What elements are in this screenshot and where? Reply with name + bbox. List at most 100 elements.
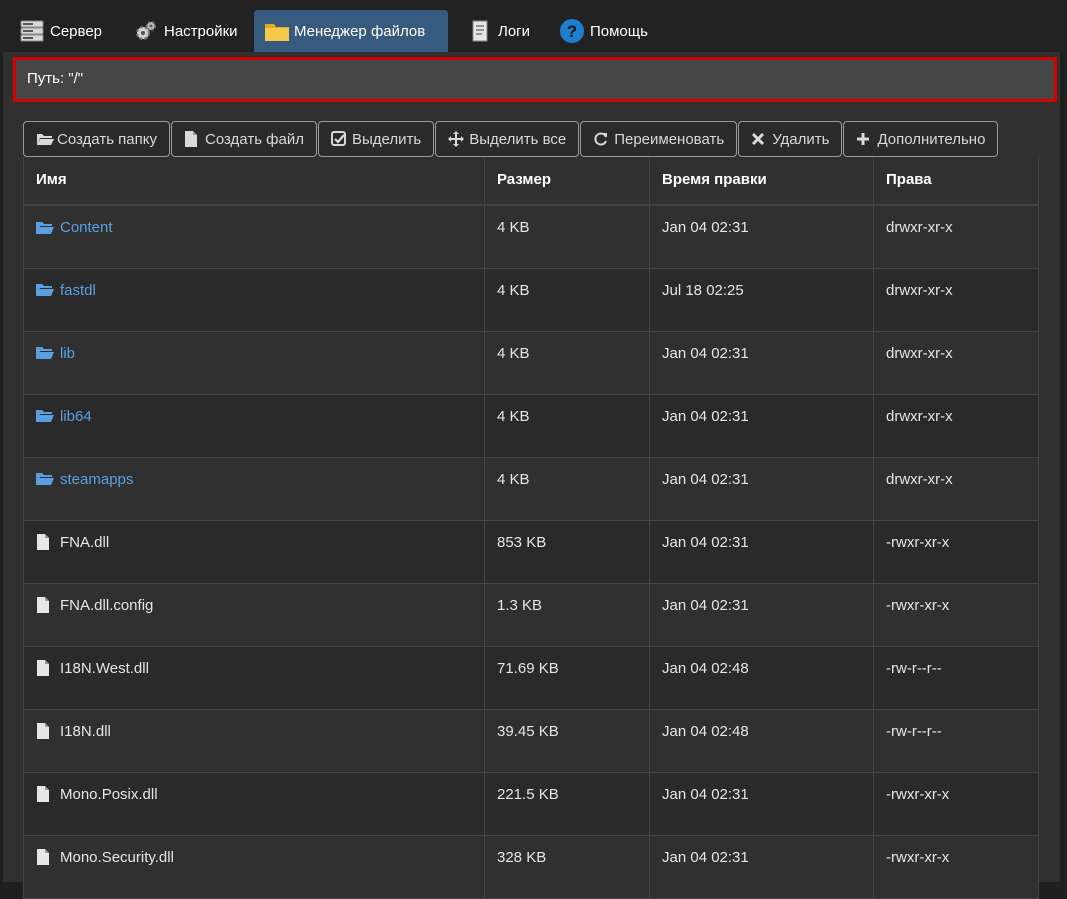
file-name: FNA.dll — [60, 533, 110, 551]
table-row[interactable]: Mono.Posix.dll 221.5 KB Jan 04 02:31 -rwxr-… — [23, 772, 1039, 836]
file-table-body: Content 4 KB Jan 04 02:31 drwxr-xr-x fastdl 4… — [23, 205, 1039, 899]
table-row[interactable]: steamapps 4 KB Jan 04 02:31 drwxr-xr-x — [23, 457, 1039, 521]
table-row[interactable]: I18N.dll 39.45 KB Jan 04 02:48 -rw-r--r-- — [23, 709, 1039, 773]
tab-logs[interactable]: Логи — [458, 10, 540, 52]
cell-size: 221.5 KB — [484, 772, 650, 836]
path-breadcrumb: Путь: "/" — [13, 57, 1057, 102]
delete-button[interactable]: Удалить — [738, 121, 843, 157]
file-table-wrapper: Имя Размер Время правки Права Content 4 K… — [23, 157, 1039, 899]
cell-mtime: Jan 04 02:31 — [649, 331, 874, 395]
delete-label: Удалить — [772, 130, 830, 148]
column-header-size[interactable]: Размер — [484, 157, 650, 206]
check-square-icon — [331, 131, 347, 147]
tab-server[interactable]: Сервер — [10, 10, 112, 52]
cell-size: 71.69 KB — [484, 646, 650, 710]
file-name: Mono.Posix.dll — [60, 785, 158, 803]
column-header-name[interactable]: Имя — [23, 157, 485, 206]
table-row[interactable]: Content 4 KB Jan 04 02:31 drwxr-xr-x — [23, 205, 1039, 269]
file-item[interactable]: FNA.dll — [36, 534, 472, 551]
path-text: Путь: "/" — [27, 70, 84, 87]
table-row[interactable]: lib64 4 KB Jan 04 02:31 drwxr-xr-x — [23, 394, 1039, 458]
file-name: lib64 — [60, 407, 92, 425]
more-button[interactable]: Дополнительно — [843, 121, 999, 157]
more-label: Дополнительно — [877, 130, 986, 148]
cell-mtime: Jan 04 02:31 — [649, 394, 874, 458]
table-row[interactable]: I18N.West.dll 71.69 KB Jan 04 02:48 -rw-r--… — [23, 646, 1039, 710]
file-name: fastdl — [60, 281, 96, 299]
select-all-label: Выделить все — [469, 130, 567, 148]
cell-size: 328 KB — [484, 835, 650, 899]
file-item[interactable]: Mono.Security.dll — [36, 849, 472, 866]
file-name: steamapps — [60, 470, 134, 488]
folder-link[interactable]: lib — [36, 345, 472, 362]
cell-size: 4 KB — [484, 205, 650, 269]
cell-size: 4 KB — [484, 331, 650, 395]
cell-size: 4 KB — [484, 394, 650, 458]
cell-perms: -rwxr-xr-x — [873, 772, 1039, 836]
table-row[interactable]: lib 4 KB Jan 04 02:31 drwxr-xr-x — [23, 331, 1039, 395]
file-name: I18N.dll — [60, 722, 111, 740]
tab-help[interactable]: ? Помощь — [550, 10, 658, 52]
cell-mtime: Jan 04 02:31 — [649, 205, 874, 269]
cell-perms: -rwxr-xr-x — [873, 583, 1039, 647]
cell-perms: -rw-r--r-- — [873, 709, 1039, 773]
folder-link[interactable]: Content — [36, 219, 472, 236]
create-file-label: Создать файл — [205, 130, 304, 148]
help-icon: ? — [560, 19, 584, 43]
file-table: Имя Размер Время правки Права Content 4 K… — [23, 157, 1039, 899]
folder-link[interactable]: lib64 — [36, 408, 472, 425]
cell-perms: drwxr-xr-x — [873, 331, 1039, 395]
cell-name: I18N.dll — [23, 709, 485, 773]
column-header-perms[interactable]: Права — [873, 157, 1039, 206]
select-label: Выделить — [352, 130, 422, 148]
cell-size: 4 KB — [484, 457, 650, 521]
folder-link[interactable]: fastdl — [36, 282, 472, 299]
file-icon — [184, 131, 200, 147]
folder-link[interactable]: steamapps — [36, 471, 472, 488]
cell-mtime: Jan 04 02:31 — [649, 520, 874, 584]
file-name: I18N.West.dll — [60, 659, 149, 677]
rename-button[interactable]: Переименовать — [580, 121, 738, 157]
table-row[interactable]: FNA.dll.config 1.3 KB Jan 04 02:31 -rwxr-xr… — [23, 583, 1039, 647]
tab-server-label: Сервер — [50, 22, 103, 40]
cell-name: lib — [23, 331, 485, 395]
file-item[interactable]: I18N.West.dll — [36, 660, 472, 677]
move-arrows-icon — [448, 131, 465, 147]
file-name: Content — [60, 219, 113, 236]
create-file-button[interactable]: Создать файл — [171, 121, 317, 157]
table-row[interactable]: FNA.dll 853 KB Jan 04 02:31 -rwxr-xr-x — [23, 520, 1039, 584]
cell-perms: drwxr-xr-x — [873, 205, 1039, 269]
file-icon — [36, 597, 54, 613]
table-row[interactable]: Mono.Security.dll 328 KB Jan 04 02:31 -rwxr… — [23, 835, 1039, 899]
log-document-icon — [468, 19, 492, 43]
table-row[interactable]: fastdl 4 KB Jul 18 02:25 drwxr-xr-x — [23, 268, 1039, 332]
tab-settings[interactable]: Настройки — [124, 10, 248, 52]
file-name: FNA.dll.config — [60, 596, 154, 614]
cell-size: 853 KB — [484, 520, 650, 584]
svg-text:?: ? — [567, 22, 577, 41]
cell-mtime: Jan 04 02:48 — [649, 646, 874, 710]
select-button[interactable]: Выделить — [318, 121, 435, 157]
cell-perms: drwxr-xr-x — [873, 268, 1039, 332]
plus-icon — [856, 131, 872, 147]
cell-mtime: Jan 04 02:31 — [649, 583, 874, 647]
select-all-button[interactable]: Выделить все — [435, 121, 580, 157]
column-header-mtime[interactable]: Время правки — [649, 157, 874, 206]
folder-open-icon — [36, 408, 54, 424]
folder-open-icon — [36, 471, 54, 487]
file-toolbar: Создать папку Создать файл Выделить Выде… — [23, 121, 999, 157]
create-folder-button[interactable]: Создать папку — [23, 121, 170, 157]
file-item[interactable]: I18N.dll — [36, 723, 472, 740]
file-name: Mono.Security.dll — [60, 848, 174, 866]
cell-mtime: Jan 04 02:31 — [649, 835, 874, 899]
file-icon — [36, 723, 54, 739]
cell-perms: drwxr-xr-x — [873, 394, 1039, 458]
file-item[interactable]: Mono.Posix.dll — [36, 786, 472, 803]
tab-file-manager[interactable]: Менеджер файлов — [254, 10, 448, 52]
file-item[interactable]: FNA.dll.config — [36, 597, 472, 614]
folder-open-icon — [36, 282, 54, 298]
tab-file-manager-label: Менеджер файлов — [294, 22, 426, 40]
cell-mtime: Jul 18 02:25 — [649, 268, 874, 332]
file-icon — [36, 534, 54, 550]
folder-icon — [264, 19, 289, 43]
